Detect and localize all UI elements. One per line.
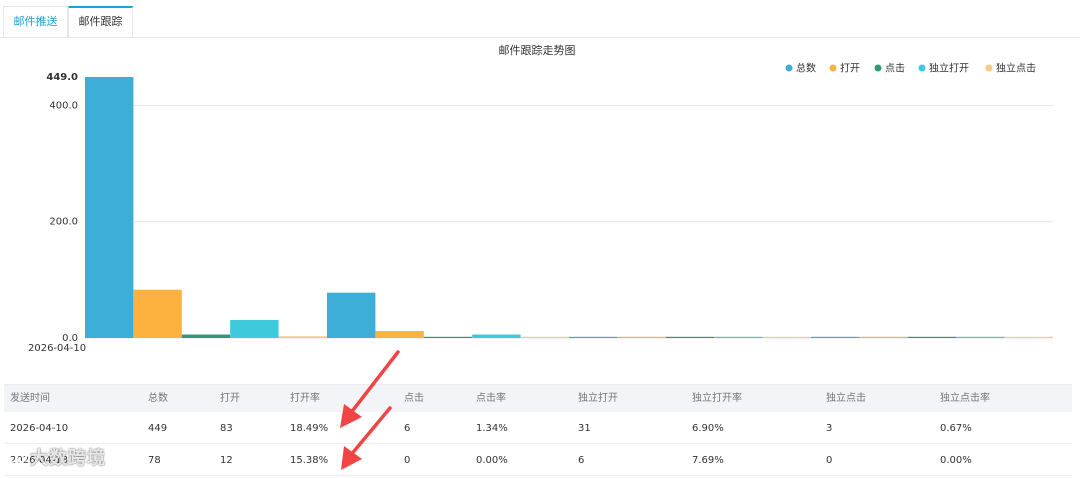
table-row: 2026-04-13 78 12 15.38% 0 0.00% 6 7.69% 0 0.00% (4, 444, 1072, 476)
bar (85, 77, 134, 338)
table-cell: 0 (404, 455, 411, 466)
legend-label: 打开 (840, 62, 860, 75)
table-row: 2026-04-10 449 83 18.49% 6 1.34% 31 6.90% 3 0.67% (4, 412, 1072, 444)
bar (327, 292, 376, 338)
table-cell: 3 (826, 423, 833, 434)
bar (811, 336, 860, 338)
bar (375, 331, 424, 338)
tab-email-tracking[interactable]: 邮件跟踪 (68, 6, 133, 38)
table-cell: 6.90% (692, 423, 724, 434)
column-header: 独立打开率 (692, 393, 742, 404)
legend-marker (918, 64, 926, 72)
y-tick-label: 400.0 (49, 100, 78, 111)
bar (181, 334, 231, 338)
tracking-table: 发送时间 总数 打开 打开率 点击 点击率 独立打开 独立打开率 独立点击 独立点击率 2026-… (4, 384, 1072, 476)
table-cell: 6 (404, 423, 411, 434)
column-header: 独立点击率 (940, 393, 990, 404)
legend-label: 独立打开 (929, 62, 969, 75)
chart-title: 邮件跟踪走势图 (499, 43, 576, 57)
table-cell: 6 (578, 455, 585, 466)
bar (520, 336, 569, 338)
column-header: 打开率 (290, 393, 320, 404)
bar (956, 336, 1005, 338)
table-cell: 0.00% (476, 455, 508, 466)
legend-marker (785, 64, 793, 72)
legend-label: 总数 (796, 62, 816, 75)
y-tick-label: 449.0 (46, 72, 78, 83)
column-header: 总数 (148, 393, 168, 404)
y-tick-label: 200.0 (49, 217, 78, 228)
column-header: 点击 (404, 393, 424, 404)
table-cell: 449 (148, 423, 168, 434)
table-cell: 0.00% (940, 455, 972, 466)
x-tick-label: 2026-04-10 (28, 343, 86, 354)
bar (1004, 336, 1053, 338)
table-body: 2026-04-10 449 83 18.49% 6 1.34% 31 6.90% 3 0.67%… (4, 412, 1072, 476)
legend-label: 独立点击 (996, 62, 1036, 75)
column-header: 发送时间 (10, 393, 50, 404)
bar (762, 336, 811, 338)
bar (907, 336, 957, 338)
table-cell: 0 (826, 455, 833, 466)
bar (133, 289, 182, 338)
bar (714, 336, 763, 338)
bar (423, 336, 473, 338)
table-cell: 7.69% (692, 455, 724, 466)
table-cell: 2026-04-10 (10, 423, 69, 434)
column-header: 独立打开 (578, 393, 618, 404)
table-cell: 1.34% (476, 423, 508, 434)
legend-marker (985, 64, 993, 72)
bar (617, 336, 666, 338)
table-cell: 18.49% (290, 423, 329, 434)
tracking-bar-chart: 邮件跟踪走势图0.0200.0400.0449.02026-04-10总数 打开点… (28, 43, 1053, 354)
bar (230, 319, 279, 338)
bar (278, 336, 327, 338)
bar (472, 334, 521, 338)
table-cell: 78 (148, 455, 161, 466)
legend-label: 点击 (885, 63, 905, 75)
tab-email-push[interactable]: 邮件推送 (3, 6, 68, 38)
column-header: 打开 (220, 393, 240, 404)
table-cell: 2026-04-13 (10, 455, 69, 466)
bar (665, 336, 715, 338)
legend-marker (829, 64, 837, 72)
table-header: 发送时间 总数 打开 打开率 点击 点击率 独立打开 独立打开率 独立点击 独立点击率 (4, 385, 1072, 412)
table-cell: 12 (220, 455, 233, 466)
column-header: 独立点击 (826, 393, 866, 404)
table-cell: 31 (578, 423, 591, 434)
table-cell: 0.67% (940, 423, 972, 434)
bar (569, 336, 618, 338)
chart-container: 邮件跟踪走势图 0.0 200.0 400.0 449.0 2026-04-10 总数 打开点… (0, 38, 1080, 358)
bar (859, 336, 908, 338)
table-cell: 15.38% (290, 455, 329, 466)
tab-bar: 邮件推送 邮件跟踪 (0, 0, 1080, 38)
table-cell: 83 (220, 423, 233, 434)
legend-marker (874, 64, 882, 72)
column-header: 点击率 (476, 393, 506, 404)
